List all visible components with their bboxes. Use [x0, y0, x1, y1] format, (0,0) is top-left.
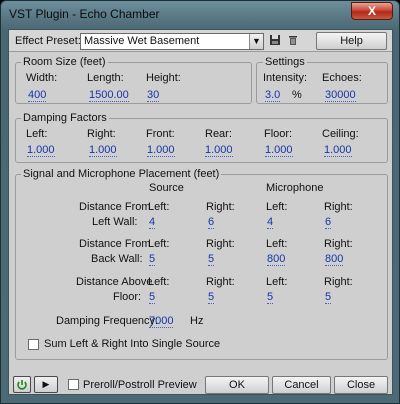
source-left-label: Left: — [148, 276, 170, 288]
mic-floor-left-field[interactable]: 5 — [267, 291, 274, 304]
preset-label: Effect Preset: — [15, 35, 81, 47]
preroll-label: Preroll/Postroll Preview — [83, 379, 197, 391]
plugin-body: Effect Preset: Massive Wet Basement ▼ He… — [8, 29, 393, 395]
ok-button[interactable]: OK — [205, 376, 269, 394]
height-label: Height: — [146, 72, 181, 84]
echoes-label: Echoes: — [322, 72, 362, 84]
left-wall-label-line2: Left Wall: — [92, 216, 138, 228]
damping-front-label: Front: — [146, 128, 175, 140]
damping-ceiling-field[interactable]: 1.000 — [324, 144, 352, 157]
width-field[interactable]: 400 — [28, 89, 47, 102]
length-label: Length: — [87, 72, 124, 84]
mic-left-label: Left: — [266, 201, 288, 213]
window-title: VST Plugin - Echo Chamber — [9, 7, 160, 21]
length-field[interactable]: 1500.00 — [89, 89, 129, 102]
back-wall-label-line1: Distance From — [79, 238, 151, 250]
close-button[interactable]: Close — [334, 376, 388, 394]
height-field[interactable]: 30 — [147, 89, 160, 102]
preroll-checkbox[interactable] — [68, 379, 79, 390]
damping-right-label: Right: — [87, 128, 116, 140]
damping-factors-title: Damping Factors — [21, 112, 109, 124]
damping-rear-field[interactable]: 1.000 — [205, 144, 233, 157]
mic-left-label: Left: — [266, 238, 288, 250]
source-right-label: Right: — [206, 201, 235, 213]
preset-row: Effect Preset: Massive Wet Basement ▼ He… — [9, 30, 392, 52]
damping-floor-label: Floor: — [264, 128, 293, 140]
mic-right-label: Right: — [324, 201, 353, 213]
damping-left-field[interactable]: 1.000 — [27, 144, 55, 157]
floor-label-line2: Floor: — [113, 291, 142, 303]
power-icon[interactable] — [13, 376, 31, 393]
source-header: Source — [149, 182, 184, 194]
source-left-wall-right-field[interactable]: 6 — [208, 216, 215, 229]
mic-right-label: Right: — [324, 276, 353, 288]
save-icon[interactable] — [268, 34, 282, 48]
mic-back-wall-left-field[interactable]: 800 — [267, 253, 286, 266]
placement-title: Signal and Microphone Placement (feet) — [21, 168, 222, 180]
mic-left-label: Left: — [266, 276, 288, 288]
mic-back-wall-right-field[interactable]: 800 — [325, 253, 344, 266]
damping-floor-field[interactable]: 1.000 — [265, 144, 293, 157]
damping-frequency-label: Damping Frequency: — [56, 315, 159, 327]
mic-left-wall-right-field[interactable]: 6 — [325, 216, 332, 229]
damping-left-label: Left: — [26, 128, 48, 140]
microphone-header: Microphone — [266, 182, 324, 194]
source-floor-left-field[interactable]: 5 — [149, 291, 156, 304]
help-button[interactable]: Help — [316, 32, 387, 50]
mic-floor-right-field[interactable]: 5 — [325, 291, 332, 304]
preset-value: Massive Wet Basement — [84, 35, 200, 47]
source-right-label: Right: — [206, 238, 235, 250]
trash-icon[interactable] — [286, 34, 300, 48]
back-wall-label-line2: Back Wall: — [91, 253, 143, 265]
damping-ceiling-label: Ceiling: — [322, 128, 359, 140]
echoes-field[interactable]: 30000 — [325, 89, 356, 102]
source-floor-right-field[interactable]: 5 — [208, 291, 215, 304]
footer-bar: ▶ Preroll/Postroll Preview OK Cancel Clo… — [9, 374, 392, 395]
chevron-down-icon[interactable]: ▼ — [249, 34, 263, 49]
left-wall-label-line1: Distance From — [79, 201, 151, 213]
mic-right-label: Right: — [324, 238, 353, 250]
width-label: Width: — [26, 72, 58, 84]
title-bar[interactable]: VST Plugin - Echo Chamber X — [1, 1, 399, 29]
damping-frequency-unit: Hz — [190, 315, 204, 327]
source-back-wall-left-field[interactable]: 5 — [149, 253, 156, 266]
mic-left-wall-left-field[interactable]: 4 — [267, 216, 274, 229]
source-left-label: Left: — [148, 201, 170, 213]
damping-frequency-field[interactable]: 7000 — [149, 315, 174, 328]
source-back-wall-right-field[interactable]: 5 — [208, 253, 215, 266]
cancel-button[interactable]: Cancel — [272, 376, 331, 394]
damping-right-field[interactable]: 1.000 — [89, 144, 117, 157]
intensity-label: Intensity: — [263, 72, 308, 84]
floor-label-line1: Distance Above — [76, 276, 153, 288]
play-icon[interactable]: ▶ — [34, 376, 58, 393]
sum-single-source-label: Sum Left & Right Into Single Source — [44, 338, 221, 350]
settings-title: Settings — [263, 56, 307, 68]
preset-dropdown[interactable]: Massive Wet Basement ▼ — [80, 33, 264, 50]
intensity-unit: % — [292, 89, 302, 101]
damping-rear-label: Rear: — [205, 128, 232, 140]
window-close-button[interactable]: X — [351, 2, 393, 20]
source-left-wall-left-field[interactable]: 4 — [149, 216, 156, 229]
damping-front-field[interactable]: 1.000 — [147, 144, 175, 157]
room-size-title: Room Size (feet) — [21, 56, 108, 68]
plugin-window: VST Plugin - Echo Chamber X Effect Prese… — [0, 0, 400, 404]
source-right-label: Right: — [206, 276, 235, 288]
intensity-field[interactable]: 3.0 — [265, 89, 281, 102]
sum-single-source-checkbox[interactable] — [28, 339, 39, 350]
source-left-label: Left: — [148, 238, 170, 250]
